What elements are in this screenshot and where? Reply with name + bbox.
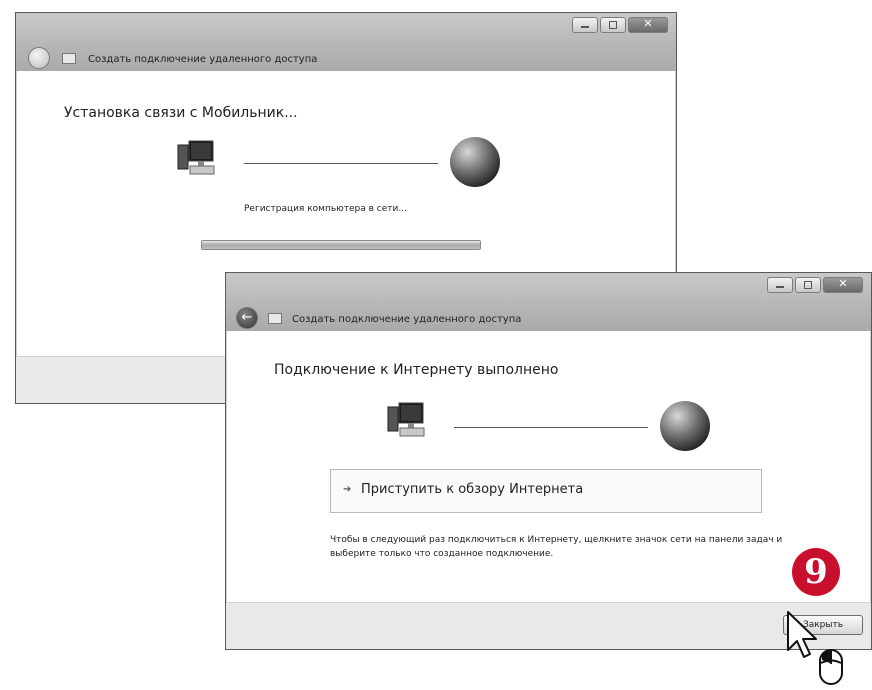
start-browsing-label: Приступить к обзору Интернета [361,482,584,497]
folder-icon [268,313,282,324]
connection-line [244,163,438,164]
computer-icon [177,140,215,175]
folder-icon [62,53,76,64]
maximize-icon[interactable] [795,277,821,293]
connection-line [454,427,648,428]
close-icon[interactable] [823,277,863,293]
page-heading: Установка связи с Мобильник... [64,105,298,121]
hint-text: Чтобы в следующий раз подключиться к Инт… [330,535,783,559]
arrow-icon: ➔ [343,484,352,495]
mouse-pointer-icon [787,611,843,685]
globe-icon [450,137,500,187]
back-arrow-icon[interactable]: ← [236,307,258,329]
start-browsing-button[interactable]: ➔ Приступить к обзору Интернета [330,469,762,513]
progress-bar [201,240,481,250]
computer-icon [387,402,425,437]
minimize-icon[interactable] [767,277,793,293]
status-text: Регистрация компьютера в сети... [244,204,407,214]
title-bar: Создать подключение удаленного доступа [16,13,676,71]
window-title: Создать подключение удаленного доступа [292,314,522,325]
title-bar: ← Создать подключение удаленного доступа [226,273,871,331]
connection-complete-window: ← Создать подключение удаленного доступа… [225,272,872,650]
step-number-badge: 9 [792,548,840,596]
minimize-icon[interactable] [572,17,598,33]
close-icon[interactable] [628,17,668,33]
back-arrow-icon [28,47,50,69]
progress-fill [202,241,480,249]
maximize-icon[interactable] [600,17,626,33]
globe-icon [660,401,710,451]
window-controls [767,277,863,293]
window-title: Создать подключение удаленного доступа [88,54,318,65]
page-heading: Подключение к Интернету выполнено [274,362,559,378]
window-controls [572,17,668,33]
footer-bar: Закрыть [226,602,871,649]
